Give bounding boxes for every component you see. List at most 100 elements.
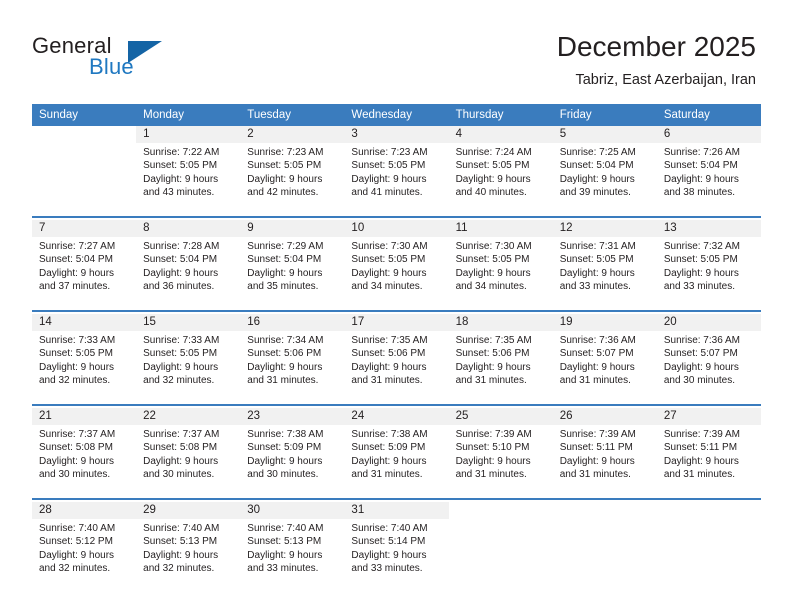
sunset-time: Sunset: 5:10 PM	[455, 442, 530, 454]
calendar-day-cell[interactable]: 12 Sunrise: 7:31 AM Sunset: 5:05 PM Dayligh…	[552, 220, 657, 311]
daylight-duration-line2: and 34 minutes.	[455, 280, 527, 292]
calendar-day-cell[interactable]: 24 Sunrise: 7:38 AM Sunset: 5:09 PM Dayligh…	[344, 408, 449, 499]
day-number: 14	[32, 314, 137, 331]
day-details: Sunrise: 7:30 AM Sunset: 5:05 PM Daylight:…	[344, 237, 448, 293]
calendar-day-cell[interactable]: 8 Sunrise: 7:28 AM Sunset: 5:04 PM Daylight…	[136, 220, 241, 311]
calendar-day-cell[interactable]: 17 Sunrise: 7:35 AM Sunset: 5:06 PM Dayligh…	[344, 314, 449, 405]
daylight-duration-line1: Daylight: 9 hours	[143, 173, 219, 185]
day-number	[552, 502, 657, 519]
calendar-day-cell[interactable]: 1 Sunrise: 7:22 AM Sunset: 5:05 PM Daylight…	[136, 126, 241, 217]
day-cell-inner: 7 Sunrise: 7:27 AM Sunset: 5:04 PM Daylight…	[32, 220, 137, 308]
sunset-time: Sunset: 5:04 PM	[663, 160, 738, 172]
day-details: Sunrise: 7:30 AM Sunset: 5:05 PM Daylight:…	[449, 237, 553, 293]
daylight-duration-line2: and 30 minutes.	[247, 468, 319, 480]
sunrise-time: Sunrise: 7:32 AM	[663, 241, 740, 252]
daylight-duration-line1: Daylight: 9 hours	[39, 549, 115, 561]
day-number: 22	[136, 408, 241, 425]
calendar-day-cell[interactable]: 22 Sunrise: 7:37 AM Sunset: 5:08 PM Dayligh…	[136, 408, 241, 499]
calendar-body: 1 Sunrise: 7:22 AM Sunset: 5:05 PM Daylight…	[32, 126, 761, 592]
calendar-day-cell[interactable]: 19 Sunrise: 7:36 AM Sunset: 5:07 PM Dayligh…	[552, 314, 657, 405]
general-blue-logo[interactable]: General Blue	[32, 33, 232, 89]
calendar-day-cell[interactable]: 4 Sunrise: 7:24 AM Sunset: 5:05 PM Daylight…	[448, 126, 553, 217]
day-details: Sunrise: 7:40 AM Sunset: 5:13 PM Daylight:…	[240, 519, 344, 575]
day-number: 19	[552, 314, 657, 331]
calendar-day-cell[interactable]: 11 Sunrise: 7:30 AM Sunset: 5:05 PM Dayligh…	[448, 220, 553, 311]
daylight-duration-line2: and 40 minutes.	[455, 186, 527, 198]
daylight-duration-line2: and 31 minutes.	[247, 374, 319, 386]
day-number: 28	[32, 502, 137, 519]
calendar-day-cell[interactable]: 9 Sunrise: 7:29 AM Sunset: 5:04 PM Daylight…	[240, 220, 345, 311]
daylight-duration-line2: and 32 minutes.	[143, 562, 215, 574]
daylight-duration-line1: Daylight: 9 hours	[455, 267, 531, 279]
calendar-day-cell[interactable]: 14 Sunrise: 7:33 AM Sunset: 5:05 PM Dayligh…	[32, 314, 137, 405]
calendar-day-cell[interactable]: 25 Sunrise: 7:39 AM Sunset: 5:10 PM Dayligh…	[448, 408, 553, 499]
day-details: Sunrise: 7:35 AM Sunset: 5:06 PM Daylight:…	[344, 331, 448, 387]
calendar-day-cell[interactable]: 2 Sunrise: 7:23 AM Sunset: 5:05 PM Daylight…	[240, 126, 345, 217]
logo-text-blue: Blue	[89, 54, 134, 79]
calendar-day-cell[interactable]: 21 Sunrise: 7:37 AM Sunset: 5:08 PM Dayligh…	[32, 408, 137, 499]
sunrise-time: Sunrise: 7:34 AM	[247, 335, 324, 346]
calendar-day-cell[interactable]: 23 Sunrise: 7:38 AM Sunset: 5:09 PM Dayligh…	[240, 408, 345, 499]
daylight-duration-line2: and 34 minutes.	[351, 280, 423, 292]
calendar-day-cell	[552, 502, 657, 592]
day-number: 24	[344, 408, 449, 425]
daylight-duration-line1: Daylight: 9 hours	[247, 173, 323, 185]
sunset-time: Sunset: 5:11 PM	[559, 442, 633, 454]
day-details: Sunrise: 7:23 AM Sunset: 5:05 PM Daylight:…	[344, 143, 448, 199]
calendar-day-cell[interactable]: 5 Sunrise: 7:25 AM Sunset: 5:04 PM Daylight…	[552, 126, 657, 217]
sunrise-time: Sunrise: 7:40 AM	[143, 523, 220, 534]
daylight-duration-line1: Daylight: 9 hours	[351, 361, 427, 373]
calendar-day-cell[interactable]: 10 Sunrise: 7:30 AM Sunset: 5:05 PM Dayligh…	[344, 220, 449, 311]
calendar-day-cell[interactable]: 26 Sunrise: 7:39 AM Sunset: 5:11 PM Dayligh…	[552, 408, 657, 499]
calendar-day-cell[interactable]: 31 Sunrise: 7:40 AM Sunset: 5:14 PM Dayligh…	[344, 502, 449, 592]
sunset-time: Sunset: 5:05 PM	[351, 160, 426, 172]
day-cell-inner	[448, 502, 553, 590]
sunrise-time: Sunrise: 7:40 AM	[39, 523, 116, 534]
day-details: Sunrise: 7:26 AM Sunset: 5:04 PM Daylight:…	[657, 143, 761, 199]
daylight-duration-line1: Daylight: 9 hours	[143, 361, 219, 373]
calendar-day-cell[interactable]: 30 Sunrise: 7:40 AM Sunset: 5:13 PM Dayligh…	[240, 502, 345, 592]
weekday-header-wednesday: Wednesday	[344, 104, 449, 126]
title-block: December 2025 Tabriz, East Azerbaijan, I…	[557, 30, 756, 90]
day-number: 26	[552, 408, 657, 425]
calendar-day-cell[interactable]: 6 Sunrise: 7:26 AM Sunset: 5:04 PM Daylight…	[656, 126, 761, 217]
location-subtitle: Tabriz, East Azerbaijan, Iran	[575, 72, 756, 88]
calendar-day-cell	[32, 126, 137, 217]
calendar-day-cell[interactable]: 16 Sunrise: 7:34 AM Sunset: 5:06 PM Dayligh…	[240, 314, 345, 405]
sunset-time: Sunset: 5:06 PM	[247, 348, 322, 360]
calendar-day-cell[interactable]: 20 Sunrise: 7:36 AM Sunset: 5:07 PM Dayligh…	[656, 314, 761, 405]
calendar-day-cell[interactable]: 27 Sunrise: 7:39 AM Sunset: 5:11 PM Dayligh…	[656, 408, 761, 499]
calendar-header-row: Sunday Monday Tuesday Wednesday Thursday…	[32, 104, 761, 126]
calendar-week-row: 28 Sunrise: 7:40 AM Sunset: 5:12 PM Dayligh…	[32, 502, 761, 592]
calendar-day-cell[interactable]: 13 Sunrise: 7:32 AM Sunset: 5:05 PM Dayligh…	[656, 220, 761, 311]
calendar-day-cell[interactable]: 18 Sunrise: 7:35 AM Sunset: 5:06 PM Dayligh…	[448, 314, 553, 405]
sunset-time: Sunset: 5:04 PM	[559, 160, 634, 172]
calendar-day-cell[interactable]: 3 Sunrise: 7:23 AM Sunset: 5:05 PM Daylight…	[344, 126, 449, 217]
calendar-day-cell[interactable]: 28 Sunrise: 7:40 AM Sunset: 5:12 PM Dayligh…	[32, 502, 137, 592]
sunset-time: Sunset: 5:05 PM	[143, 348, 218, 360]
daylight-duration-line2: and 42 minutes.	[247, 186, 319, 198]
sunrise-time: Sunrise: 7:36 AM	[663, 335, 740, 346]
sunrise-time: Sunrise: 7:24 AM	[455, 147, 532, 158]
day-number	[32, 126, 137, 143]
day-cell-inner: 8 Sunrise: 7:28 AM Sunset: 5:04 PM Daylight…	[136, 220, 241, 308]
daylight-duration-line1: Daylight: 9 hours	[351, 549, 427, 561]
day-details: Sunrise: 7:40 AM Sunset: 5:13 PM Daylight:…	[136, 519, 240, 575]
sunset-time: Sunset: 5:05 PM	[663, 254, 738, 266]
daylight-duration-line2: and 31 minutes.	[559, 374, 631, 386]
calendar-day-cell[interactable]: 7 Sunrise: 7:27 AM Sunset: 5:04 PM Daylight…	[32, 220, 137, 311]
day-cell-inner: 22 Sunrise: 7:37 AM Sunset: 5:08 PM Dayligh…	[136, 408, 241, 496]
day-cell-inner: 9 Sunrise: 7:29 AM Sunset: 5:04 PM Daylight…	[240, 220, 345, 308]
calendar-day-cell[interactable]: 29 Sunrise: 7:40 AM Sunset: 5:13 PM Dayligh…	[136, 502, 241, 592]
sunrise-time: Sunrise: 7:37 AM	[39, 429, 116, 440]
calendar-day-cell[interactable]: 15 Sunrise: 7:33 AM Sunset: 5:05 PM Dayligh…	[136, 314, 241, 405]
day-number: 12	[552, 220, 657, 237]
day-number: 29	[136, 502, 241, 519]
day-number: 20	[656, 314, 761, 331]
daylight-duration-line2: and 30 minutes.	[143, 468, 215, 480]
day-cell-inner: 3 Sunrise: 7:23 AM Sunset: 5:05 PM Daylight…	[344, 126, 449, 214]
daylight-duration-line1: Daylight: 9 hours	[247, 361, 323, 373]
day-details: Sunrise: 7:37 AM Sunset: 5:08 PM Daylight:…	[136, 425, 240, 481]
day-number: 31	[344, 502, 449, 519]
day-number: 16	[240, 314, 345, 331]
